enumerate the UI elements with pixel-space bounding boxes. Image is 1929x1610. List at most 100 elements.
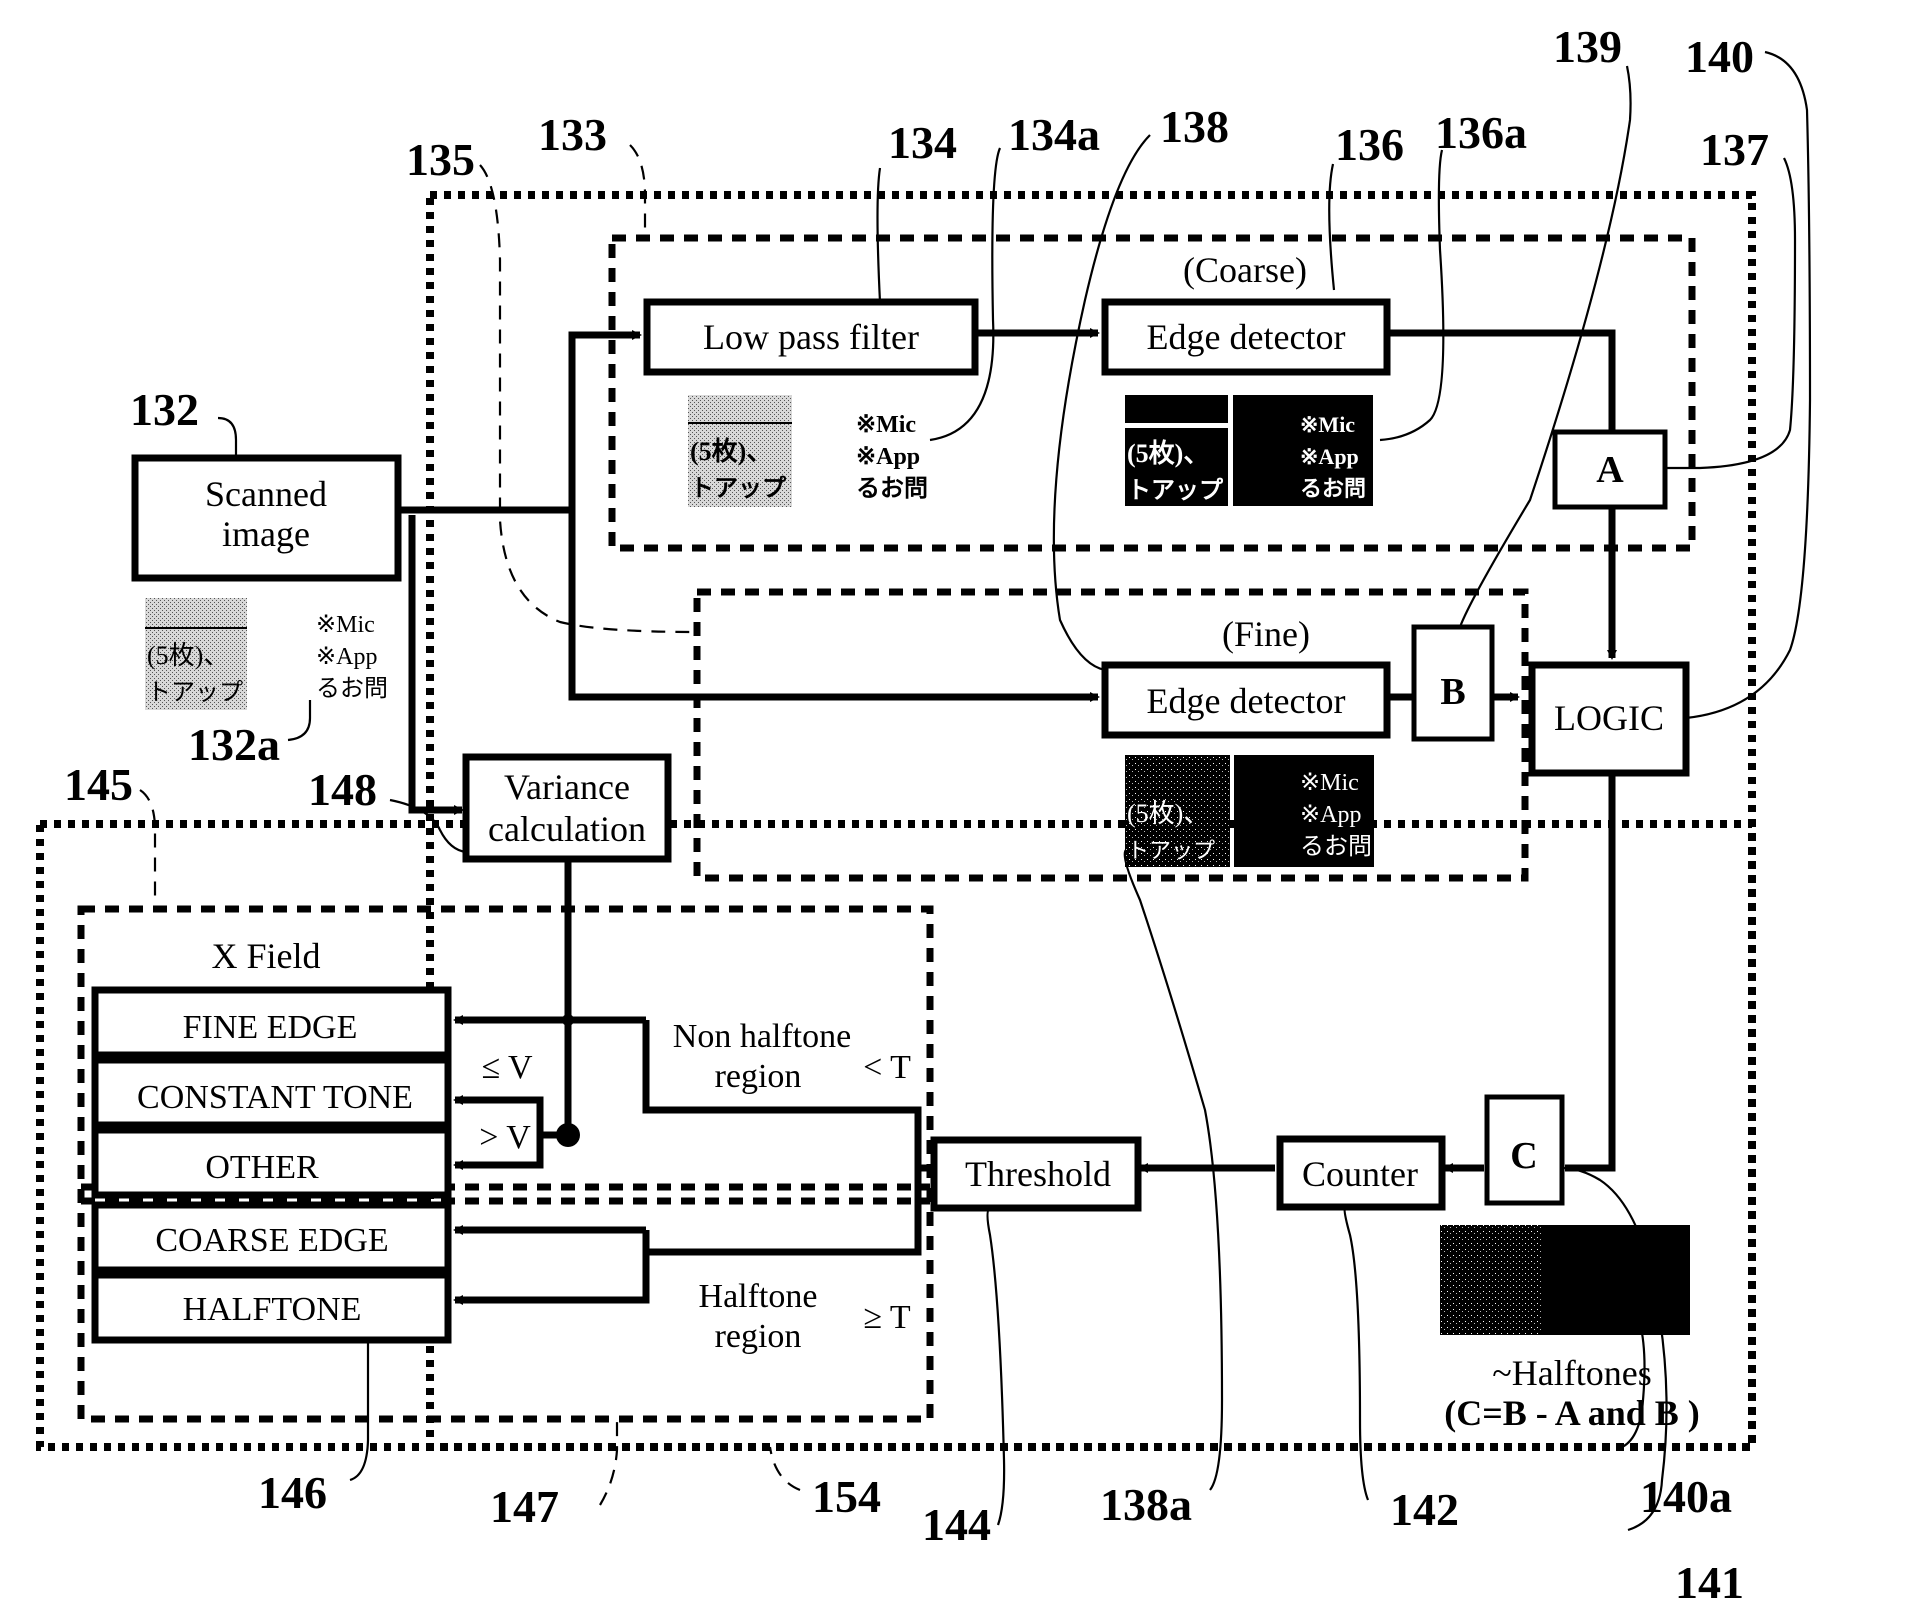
ref-140: 140 — [1685, 31, 1754, 82]
le-v-label: ≤ V — [481, 1049, 533, 1086]
threshold-label: Threshold — [965, 1154, 1111, 1194]
a-label: A — [1596, 449, 1624, 491]
gt-v-label: > V — [479, 1119, 531, 1156]
x-field-table: FINE EDGE CONSTANT TONE OTHER COARSE EDG… — [91, 986, 452, 1344]
junction-dot — [556, 1123, 580, 1147]
leader-132a — [287, 700, 312, 742]
sample-text: トアップ — [1127, 838, 1215, 863]
x-field-row-label: HALFTONE — [183, 1291, 362, 1328]
ref-138a: 138a — [1100, 1479, 1192, 1530]
fine-label: (Fine) — [1222, 614, 1310, 654]
variance-label-2: calculation — [488, 809, 646, 849]
counter-block[interactable]: Counter — [1276, 1135, 1446, 1211]
variance-label-1: Variance — [504, 767, 630, 807]
halftone-region-label-1: Halftone — [699, 1278, 818, 1315]
ref-132a: 132a — [188, 719, 280, 770]
ref-146: 146 — [258, 1467, 327, 1518]
sample-text: ※Mic — [1300, 412, 1355, 437]
wire-halftone-to-halftone — [453, 1230, 650, 1305]
sample-text: (5枚)、 — [147, 641, 229, 670]
x-field-row-label: OTHER — [205, 1149, 319, 1186]
coarse-edge-detector-block[interactable]: Edge detector — [1101, 298, 1391, 376]
leader-145 — [139, 789, 157, 909]
x-field-row-label: COARSE EDGE — [155, 1222, 388, 1259]
sample-text: ※App — [1300, 802, 1361, 828]
ref-136: 136 — [1335, 119, 1404, 170]
ref-137: 137 — [1700, 124, 1769, 175]
sample-text: ※App — [1300, 444, 1359, 469]
junction-dot-top — [562, 1014, 574, 1026]
leader-142 — [1343, 1206, 1370, 1501]
fine-edge-detector-label: Edge detector — [1147, 681, 1346, 721]
wire-trunk-to-fine-edge — [568, 510, 1100, 702]
variance-calculation-block[interactable]: Variance calculation — [462, 753, 672, 863]
sample-text: ※App — [856, 444, 920, 470]
sample-text: るお問 — [1300, 476, 1366, 501]
ref-134: 134 — [888, 117, 957, 168]
a-block[interactable]: A — [1552, 429, 1668, 510]
ref-141: 141 — [1675, 1557, 1744, 1608]
leader-146 — [349, 1340, 370, 1482]
x-field-row-label: CONSTANT TONE — [137, 1079, 413, 1116]
leader-154 — [768, 1446, 801, 1492]
low-pass-filter-label: Low pass filter — [703, 317, 919, 357]
scanned-sample-image-132a: (5枚)、 トアップ ※Mic ※App るお問 — [145, 598, 388, 710]
ref-140a: 140a — [1640, 1471, 1732, 1522]
ref-139: 139 — [1553, 21, 1622, 72]
threshold-block[interactable]: Threshold — [930, 1136, 1142, 1212]
counter-label: Counter — [1302, 1154, 1418, 1194]
x-field-row-label: FINE EDGE — [183, 1009, 358, 1046]
ref-132: 132 — [130, 384, 199, 435]
logic-label: LOGIC — [1554, 698, 1664, 738]
scanned-image-label-1: Scanned — [205, 474, 327, 514]
leader-136 — [1328, 163, 1336, 291]
wire-logic-to-c — [1565, 775, 1616, 1172]
halftone-region-label-2: region — [715, 1318, 802, 1355]
coarse-edge-sample-image-136a: (5枚)、 トアップ ※Mic ※App るお問 — [1125, 395, 1373, 506]
non-halftone-label-1: Non halftone — [673, 1018, 851, 1055]
sample-text: ※Mic — [856, 412, 916, 438]
ref-144: 144 — [922, 1499, 991, 1550]
halftones-caption-1: ~Halftones — [1492, 1353, 1651, 1393]
ref-147: 147 — [490, 1481, 559, 1532]
ref-154: 154 — [812, 1471, 881, 1522]
halftones-caption-2: (C=B - A and B ) — [1444, 1393, 1700, 1433]
scanned-image-block[interactable]: Scanned image — [131, 454, 402, 582]
ref-145: 145 — [64, 759, 133, 810]
ref-136a: 136a — [1435, 107, 1527, 158]
leader-147 — [599, 1419, 619, 1506]
ge-t-label: ≥ T — [863, 1299, 911, 1336]
lt-t-label: < T — [863, 1049, 911, 1086]
fine-edge-detector-block[interactable]: Edge detector — [1101, 661, 1391, 739]
sample-text: ※Mic — [316, 612, 375, 638]
leader-137 — [1665, 157, 1797, 470]
scanned-image-label-2: image — [222, 514, 310, 554]
fine-edge-sample-image-138a: (5枚)、 トアップ ※Mic ※App るお問 — [1125, 755, 1374, 867]
coarse-edge-detector-label: Edge detector — [1147, 317, 1346, 357]
sample-text: (5枚)、 — [690, 437, 772, 466]
ref-148: 148 — [308, 764, 377, 815]
ref-138: 138 — [1160, 101, 1229, 152]
sample-text: ※App — [316, 644, 377, 670]
b-block[interactable]: B — [1411, 624, 1495, 742]
sample-text: ※Mic — [1300, 770, 1359, 796]
ref-134a: 134a — [1008, 109, 1100, 160]
coarse-label: (Coarse) — [1183, 250, 1307, 290]
sample-text: トアップ — [1127, 477, 1224, 504]
sample-text: るお問 — [1300, 834, 1372, 860]
x-field-title: X Field — [211, 936, 320, 976]
sample-text: るお問 — [316, 676, 388, 702]
c-block[interactable]: C — [1484, 1094, 1565, 1206]
logic-block[interactable]: LOGIC — [1528, 661, 1690, 777]
leader-144 — [986, 1206, 1006, 1526]
sample-text: トアップ — [147, 679, 243, 706]
ref-133: 133 — [538, 109, 607, 160]
b-label: B — [1440, 671, 1465, 713]
wire-scan-to-variance — [408, 515, 464, 815]
low-pass-filter-block[interactable]: Low pass filter — [643, 298, 979, 376]
halftone-detection-diagram: Scanned image Low pass filter (Coarse) E… — [36, 21, 1812, 1608]
lowpass-sample-image-134a: (5枚)、 トアップ ※Mic ※App るお問 — [688, 395, 928, 507]
wire-threshold-halftone — [646, 1168, 922, 1256]
ref-135: 135 — [406, 134, 475, 185]
c-label: C — [1510, 1135, 1537, 1177]
